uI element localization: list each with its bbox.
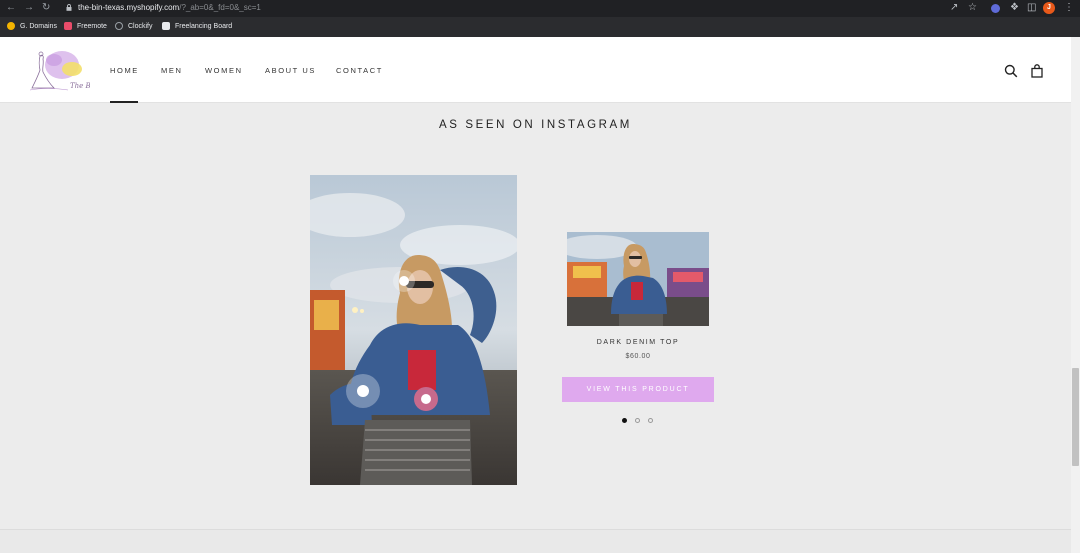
bookmark-freelancing-board[interactable]: Freelancing Board bbox=[162, 21, 232, 33]
forward-icon[interactable]: → bbox=[24, 2, 34, 14]
nav-about-us[interactable]: ABOUT US bbox=[265, 66, 316, 75]
url-field[interactable]: the-bin-texas.myshopify.com/?_ab=0&_fd=0… bbox=[78, 3, 261, 13]
hotspot-dot bbox=[421, 394, 431, 404]
bookmark-label: Freemote bbox=[77, 23, 107, 30]
brand-logo[interactable]: The Bin bbox=[26, 48, 90, 94]
nav-contact[interactable]: CONTACT bbox=[336, 66, 383, 75]
reload-icon[interactable]: ↻ bbox=[42, 2, 50, 14]
g-domains-icon bbox=[7, 22, 15, 31]
hotspot-dot bbox=[399, 276, 409, 286]
carousel-dot-3[interactable] bbox=[648, 418, 653, 423]
view-product-button[interactable]: VIEW THIS PRODUCT bbox=[562, 377, 714, 402]
search-icon[interactable] bbox=[1004, 64, 1018, 78]
extension-icon[interactable] bbox=[991, 4, 1000, 13]
bookmark-label: G. Domains bbox=[20, 23, 57, 30]
bookmark-label: Clockify bbox=[128, 23, 153, 30]
hotspot-marker-active[interactable] bbox=[414, 387, 438, 411]
nav-women[interactable]: WOMEN bbox=[205, 66, 243, 75]
product-image[interactable] bbox=[567, 232, 709, 326]
url-path: /?_ab=0&_fd=0&_sc=1 bbox=[179, 3, 261, 12]
bookmark-clockify[interactable]: Clockify bbox=[115, 21, 153, 33]
product-title[interactable]: DARK DENIM TOP bbox=[567, 339, 709, 346]
section-title: AS SEEN ON INSTAGRAM bbox=[438, 119, 632, 131]
carousel-dot-1[interactable] bbox=[622, 418, 627, 423]
browser-address-bar: ← → ↻ the-bin-texas.myshopify.com/?_ab=0… bbox=[0, 0, 1080, 17]
svg-text:The Bin: The Bin bbox=[70, 82, 90, 90]
nav-home[interactable]: HOME bbox=[110, 66, 139, 75]
site-header: The Bin HOME MEN WOMEN ABOUT US CONTACT bbox=[0, 37, 1071, 103]
star-icon[interactable]: ☆ bbox=[968, 2, 977, 14]
freemote-icon bbox=[64, 22, 72, 31]
menu-kebab-icon[interactable]: ⋮ bbox=[1064, 2, 1074, 14]
scrollbar-thumb[interactable] bbox=[1072, 368, 1079, 466]
clockify-icon bbox=[115, 22, 123, 31]
share-icon[interactable]: ↗ bbox=[950, 2, 958, 14]
hotspot-dot bbox=[357, 385, 369, 397]
instagram-photo bbox=[310, 175, 517, 485]
url-host: the-bin-texas.myshopify.com bbox=[78, 3, 180, 12]
cart-bag-icon[interactable] bbox=[1030, 64, 1044, 78]
bookmarks-bar: G. Domains Freemote Clockify Freelancing… bbox=[0, 17, 1080, 37]
puzzle-icon[interactable]: ❖ bbox=[1010, 2, 1019, 14]
trello-icon bbox=[162, 22, 170, 31]
side-panel-icon[interactable]: ◫ bbox=[1027, 2, 1036, 14]
product-price: $60.00 bbox=[625, 353, 651, 360]
nav-men[interactable]: MEN bbox=[161, 66, 182, 75]
footer-area bbox=[0, 530, 1071, 553]
scrollbar-track[interactable] bbox=[1071, 37, 1080, 553]
bookmark-freemote[interactable]: Freemote bbox=[64, 21, 107, 33]
bookmark-label: Freelancing Board bbox=[175, 23, 233, 30]
profile-avatar[interactable]: J bbox=[1043, 2, 1055, 14]
lock-icon bbox=[66, 4, 72, 11]
hotspot-marker[interactable] bbox=[346, 374, 380, 408]
active-nav-indicator bbox=[110, 101, 138, 103]
product-photo bbox=[567, 232, 709, 326]
carousel-dot-2[interactable] bbox=[635, 418, 640, 423]
hotspot-marker[interactable] bbox=[393, 270, 415, 292]
bookmark-g-domains[interactable]: G. Domains bbox=[7, 21, 57, 33]
back-icon[interactable]: ← bbox=[6, 2, 16, 14]
instagram-image bbox=[310, 175, 517, 485]
